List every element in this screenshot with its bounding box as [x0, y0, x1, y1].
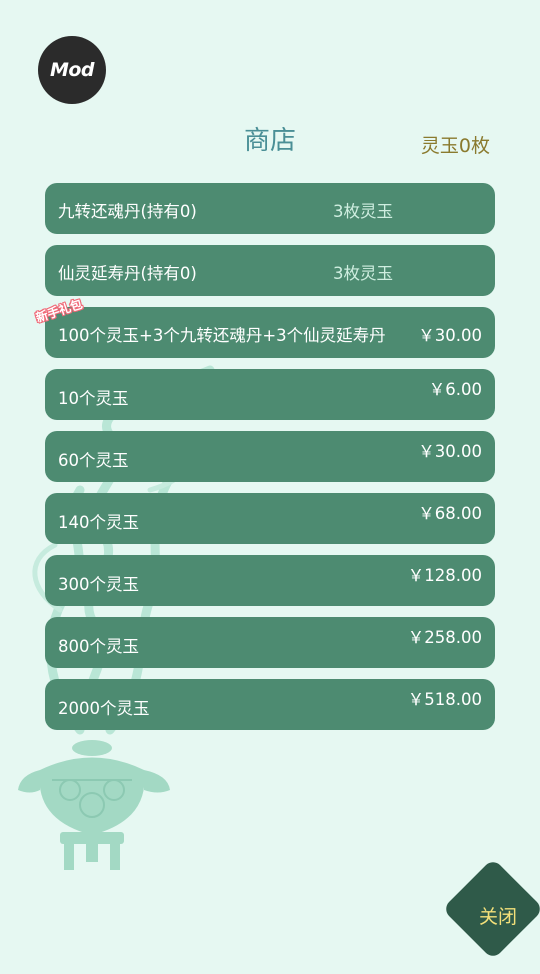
shop-item-cost: 3枚灵玉	[333, 202, 393, 221]
shop-item-price: ￥30.00	[418, 442, 482, 461]
close-button-label: 关闭	[478, 906, 517, 928]
shop-item-jade-300[interactable]: 300个灵玉 ￥128.00	[45, 555, 495, 606]
shop-item-revival-pill[interactable]: 九转还魂丹(持有0) 3枚灵玉	[45, 183, 495, 234]
shop-item-price: ￥6.00	[428, 380, 482, 399]
mod-badge[interactable]: Mod	[38, 36, 106, 104]
shop-item-jade-140[interactable]: 140个灵玉 ￥68.00	[45, 493, 495, 544]
close-button[interactable]: 关闭	[442, 858, 540, 974]
shop-item-price: ￥518.00	[407, 690, 482, 709]
shop-item-jade-10[interactable]: 10个灵玉 ￥6.00	[45, 369, 495, 420]
shop-item-name: 2000个灵玉	[58, 699, 150, 718]
shop-item-list: 九转还魂丹(持有0) 3枚灵玉 仙灵延寿丹(持有0) 3枚灵玉 新手礼包 100…	[34, 183, 495, 741]
shop-item-name: 100个灵玉+3个九转还魂丹+3个仙灵延寿丹	[58, 326, 386, 345]
shop-item-price: ￥68.00	[418, 504, 482, 523]
shop-item-name: 140个灵玉	[58, 513, 139, 532]
shop-item-price: ￥128.00	[407, 566, 482, 585]
jade-balance: 灵玉0枚	[420, 135, 490, 157]
shop-item-name: 仙灵延寿丹(持有0)	[58, 264, 197, 283]
shop-item-jade-60[interactable]: 60个灵玉 ￥30.00	[45, 431, 495, 482]
shop-item-name: 800个灵玉	[58, 637, 139, 656]
shop-item-cost: 3枚灵玉	[333, 264, 393, 283]
shop-item-name: 九转还魂丹(持有0)	[58, 202, 197, 221]
shop-item-starter-pack[interactable]: 新手礼包 100个灵玉+3个九转还魂丹+3个仙灵延寿丹 ￥30.00	[34, 297, 495, 358]
shop-item-name: 60个灵玉	[58, 451, 129, 470]
shop-item-price: ￥258.00	[407, 628, 482, 647]
shop-item-name: 10个灵玉	[58, 389, 129, 408]
shop-item-name: 300个灵玉	[58, 575, 139, 594]
shop-item-jade-2000[interactable]: 2000个灵玉 ￥518.00	[45, 679, 495, 730]
shop-item-longevity-pill[interactable]: 仙灵延寿丹(持有0) 3枚灵玉	[45, 245, 495, 296]
shop-item-price: ￥30.00	[418, 326, 482, 345]
shop-item-jade-800[interactable]: 800个灵玉 ￥258.00	[45, 617, 495, 668]
